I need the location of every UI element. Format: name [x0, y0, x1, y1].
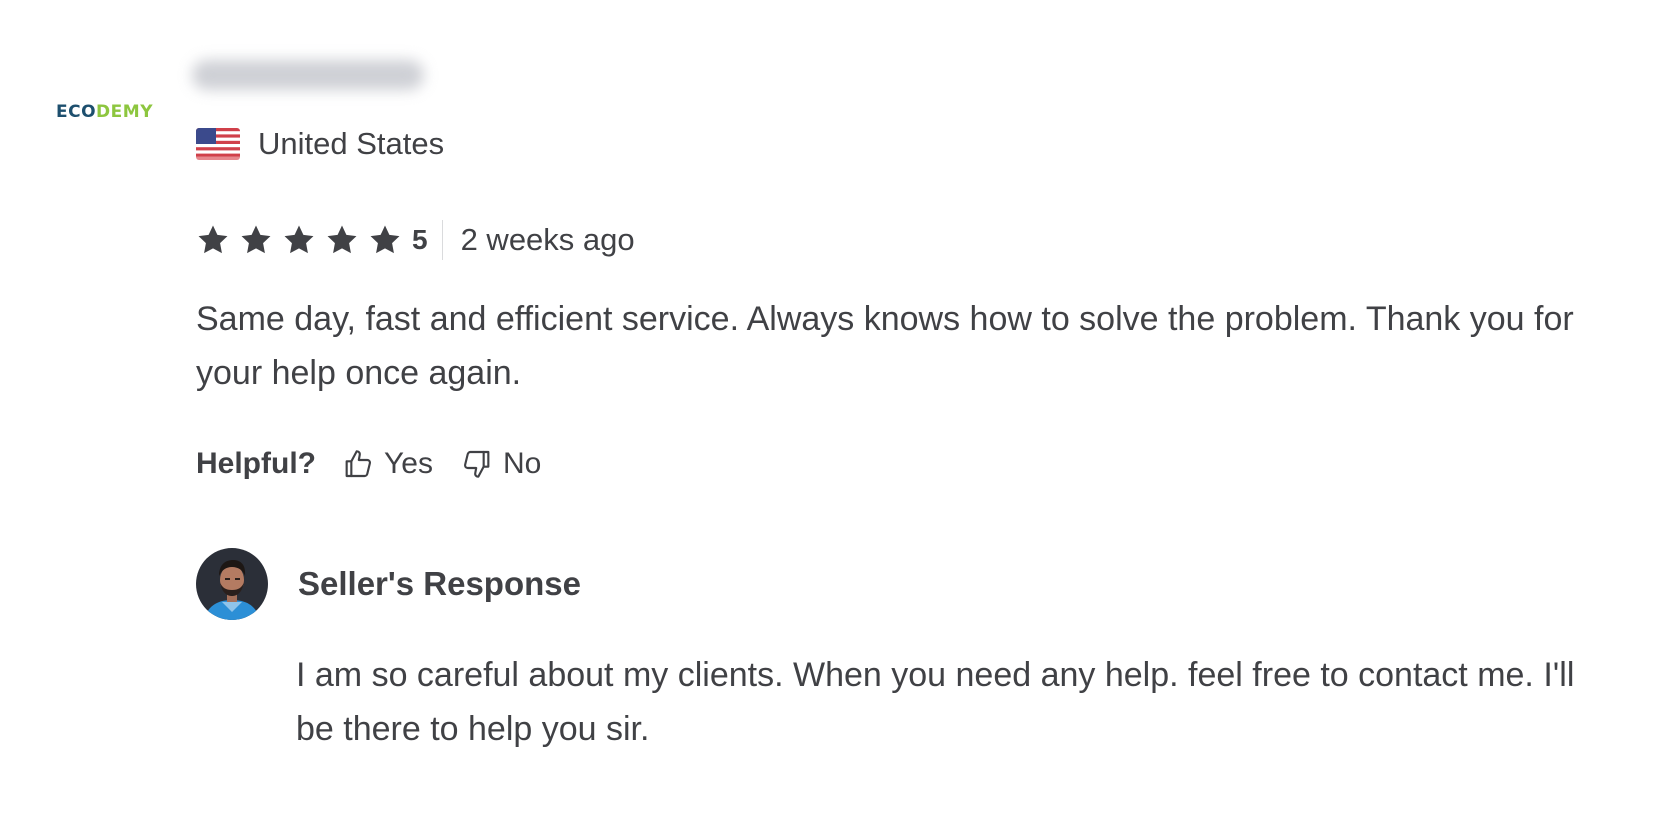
- reviewer-username-blurred[interactable]: [192, 60, 424, 90]
- helpful-no-button[interactable]: No: [461, 447, 541, 481]
- thumbs-down-icon: [463, 450, 490, 478]
- helpful-label: Helpful?: [196, 447, 316, 480]
- star-rating: [196, 223, 411, 257]
- review-time-ago: 2 weeks ago: [460, 222, 635, 257]
- helpful-no-label: No: [502, 447, 542, 480]
- seller-response-text: I am so careful about my clients. When y…: [296, 656, 1575, 748]
- rating-row: 5 2 weeks ago: [196, 218, 635, 262]
- review-card: ECODEMY United States 5 2 weeks ago Same…: [0, 0, 1656, 817]
- helpful-yes-label: Yes: [384, 447, 433, 480]
- logo-text-demy: DEMY: [96, 102, 153, 122]
- reviewer-country: United States: [258, 126, 445, 161]
- thumbs-up-icon: [345, 450, 372, 478]
- star-icon: [239, 223, 273, 257]
- seller-response-header: Seller's Response: [196, 548, 581, 620]
- rating-value: 5: [412, 224, 428, 255]
- us-flag-icon: [196, 128, 240, 160]
- star-icon: [282, 223, 316, 257]
- helpful-yes-button[interactable]: Yes: [342, 447, 433, 481]
- reviewer-country-row: United States: [196, 126, 444, 162]
- seller-response-title: Seller's Response: [298, 565, 581, 602]
- rating-divider: [441, 220, 443, 260]
- helpful-row: Helpful? Yes No: [196, 442, 569, 486]
- reviewer-logo[interactable]: ECODEMY: [56, 102, 153, 122]
- star-icon: [325, 223, 359, 257]
- star-icon: [196, 223, 230, 257]
- logo-text-eco: ECO: [56, 102, 97, 122]
- star-icon: [368, 223, 402, 257]
- review-text: Same day, fast and efficient service. Al…: [196, 300, 1574, 392]
- seller-avatar[interactable]: [196, 548, 268, 620]
